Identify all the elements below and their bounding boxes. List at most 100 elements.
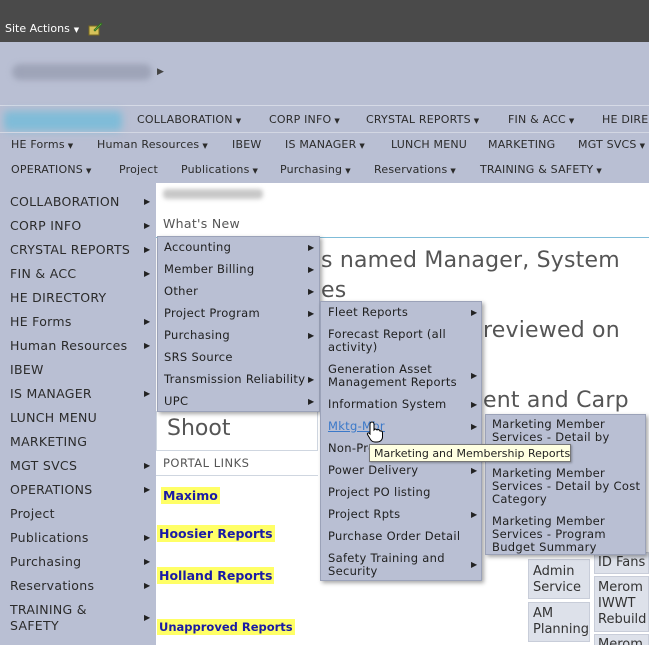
menu-item-upc[interactable]: UPC xyxy=(164,395,188,408)
nav-label: CORP INFO xyxy=(269,113,332,126)
menu-item-marketing-budget-summary[interactable]: Marketing Member Services - Program Budg… xyxy=(492,515,606,554)
sidebar-item-collaboration[interactable]: COLLABORATION xyxy=(10,194,120,209)
menu-item-power-delivery[interactable]: Power Delivery xyxy=(328,464,418,477)
nav-label: HE DIRE xyxy=(602,113,649,126)
nav-lunch-menu[interactable]: LUNCH MENU xyxy=(391,138,467,151)
nav-label: Reservations xyxy=(374,163,448,176)
sidebar-item-ibew[interactable]: IBEW xyxy=(10,362,44,377)
menu-item-purchase-order-detail[interactable]: Purchase Order Detail xyxy=(328,530,460,543)
menu-item-safety-training[interactable]: Safety Training and Security xyxy=(328,552,445,578)
chevron-right-icon: ▶ xyxy=(144,389,151,398)
chevron-down-icon: ▼ xyxy=(345,167,351,175)
chevron-down-icon: ▼ xyxy=(85,167,92,175)
menu-item-marketing-detail[interactable]: Marketing Member Services - Detail by xyxy=(492,418,610,444)
nav-label: Project xyxy=(119,163,159,176)
sidebar-item-training-safety[interactable]: TRAINING & xyxy=(10,602,87,617)
sidebar-item-is-manager[interactable]: IS MANAGER xyxy=(10,386,92,401)
admin-service-label: Admin Service xyxy=(533,564,582,595)
chevron-down-icon: ▼ xyxy=(73,26,80,34)
menu-item-transmission-reliability[interactable]: Transmission Reliability xyxy=(164,373,305,386)
nav-fin-acc[interactable]: FIN & ACC ▼ xyxy=(508,113,574,126)
sidebar-item-marketing[interactable]: MARKETING xyxy=(10,434,87,449)
nav-human-resources[interactable]: Human Resources ▼ xyxy=(97,138,208,151)
menu-item-project-program[interactable]: Project Program xyxy=(164,307,260,320)
sidebar-item-human-resources[interactable]: Human Resources xyxy=(10,338,127,353)
nav-he-directory[interactable]: HE DIRE xyxy=(602,113,648,126)
nav-reservations[interactable]: Reservations ▼ xyxy=(374,163,456,176)
sidebar-item-mgt-svcs[interactable]: MGT SVCS xyxy=(10,458,77,473)
edit-page-icon[interactable] xyxy=(88,22,103,36)
am-planning-label: AM Planning xyxy=(533,606,589,637)
announcement-line-3: reviewed on xyxy=(483,318,620,343)
chevron-right-icon: ▶ xyxy=(144,581,151,590)
menu-item-forecast-report[interactable]: Forecast Report (all activity) xyxy=(328,328,446,354)
whats-new-heading: What's New xyxy=(163,216,241,231)
menu-item-information-system[interactable]: Information System xyxy=(328,398,447,411)
nav-purchasing[interactable]: Purchasing ▼ xyxy=(280,163,351,176)
holland-reports-link[interactable]: Holland Reports xyxy=(157,567,275,584)
menu-item-accounting[interactable]: Accounting xyxy=(164,241,231,254)
chevron-down-icon: ▼ xyxy=(252,167,259,175)
nav-publications[interactable]: Publications ▼ xyxy=(181,163,258,176)
nav-label: IBEW xyxy=(232,138,262,151)
menu-item-srs-source[interactable]: SRS Source xyxy=(164,351,233,364)
nav-label: FIN & ACC xyxy=(508,113,566,126)
sidebar-item-training-safety-line2[interactable]: SAFETY xyxy=(10,618,59,633)
portal-links-divider xyxy=(156,475,318,476)
chevron-down-icon: ▼ xyxy=(568,117,575,125)
nav-he-forms[interactable]: HE Forms ▼ xyxy=(11,138,73,151)
chevron-down-icon: ▼ xyxy=(450,167,456,175)
breadcrumb-redacted xyxy=(163,189,263,199)
nav-training-safety[interactable]: TRAINING & SAFETY ▼ xyxy=(480,163,602,176)
sidebar-item-he-directory[interactable]: HE DIRECTORY xyxy=(10,290,107,305)
sidebar-item-operations[interactable]: OPERATIONS xyxy=(10,482,92,497)
nav-operations[interactable]: OPERATIONS ▼ xyxy=(11,163,92,176)
site-actions-menu[interactable]: Site Actions ▼ xyxy=(5,22,79,35)
sidebar-item-purchasing[interactable]: Purchasing xyxy=(10,554,81,569)
sidebar-item-publications[interactable]: Publications xyxy=(10,530,89,545)
menu-item-project-po-listing[interactable]: Project PO listing xyxy=(328,486,431,499)
nav-mgt-svcs[interactable]: MGT SVCS ▼ xyxy=(578,138,645,151)
maximo-link[interactable]: Maximo xyxy=(161,487,220,504)
nav-crystal-reports[interactable]: CRYSTAL REPORTS ▼ xyxy=(366,113,479,126)
menu-item-purchasing[interactable]: Purchasing xyxy=(164,329,230,342)
unapproved-reports-link[interactable]: Unapproved Reports xyxy=(157,619,295,635)
menu-item-generation-asset[interactable]: Generation Asset Management Reports xyxy=(328,363,457,389)
nav-label: Human Resources xyxy=(97,138,200,151)
menu-item-fleet-reports[interactable]: Fleet Reports xyxy=(328,306,408,319)
nav-marketing[interactable]: MARKETING xyxy=(488,138,555,151)
nav-label: OPERATIONS xyxy=(11,163,83,176)
menu-item-other[interactable]: Other xyxy=(164,285,198,298)
hoosier-reports-link[interactable]: Hoosier Reports xyxy=(157,525,275,542)
nav-project[interactable]: Project xyxy=(119,163,158,176)
merom-label: Merom xyxy=(598,637,643,645)
home-tab-redacted[interactable] xyxy=(4,111,122,131)
nav-is-manager[interactable]: IS MANAGER ▼ xyxy=(285,138,365,151)
nav-label: IS MANAGER xyxy=(285,138,357,151)
nav-label: TRAINING & SAFETY xyxy=(480,163,594,176)
nav-label: Publications xyxy=(181,163,250,176)
chevron-right-icon: ▶ xyxy=(308,265,315,274)
chevron-right-icon: ▶ xyxy=(471,510,478,519)
chevron-right-icon: ▶ xyxy=(471,422,478,431)
chevron-down-icon: ▼ xyxy=(202,142,208,150)
tooltip: Marketing and Membership Reports xyxy=(369,444,571,462)
nav-corp-info[interactable]: CORP INFO ▼ xyxy=(269,113,340,126)
sidebar-item-lunch-menu[interactable]: LUNCH MENU xyxy=(10,410,97,425)
chevron-right-icon: ▶ xyxy=(308,243,315,252)
sidebar-item-fin-acc[interactable]: FIN & ACC xyxy=(10,266,76,281)
sidebar-item-he-forms[interactable]: HE Forms xyxy=(10,314,72,329)
nav-ibew[interactable]: IBEW xyxy=(232,138,261,151)
nav-collaboration[interactable]: COLLABORATION ▼ xyxy=(137,113,241,126)
sidebar-item-reservations[interactable]: Reservations xyxy=(10,578,94,593)
chevron-right-icon: ▶ xyxy=(471,400,478,409)
chevron-right-icon: ▶ xyxy=(144,485,151,494)
chevron-right-icon: ▶ xyxy=(144,341,151,350)
menu-item-marketing-cost-category[interactable]: Marketing Member Services - Detail by Co… xyxy=(492,467,640,506)
sidebar-item-crystal-reports[interactable]: CRYSTAL REPORTS xyxy=(10,242,130,257)
sidebar-item-corp-info[interactable]: CORP INFO xyxy=(10,218,82,233)
chevron-right-icon: ▶ xyxy=(144,197,151,206)
sidebar-item-project[interactable]: Project xyxy=(10,506,55,521)
menu-item-member-billing[interactable]: Member Billing xyxy=(164,263,254,276)
menu-item-project-rpts[interactable]: Project Rpts xyxy=(328,508,400,521)
